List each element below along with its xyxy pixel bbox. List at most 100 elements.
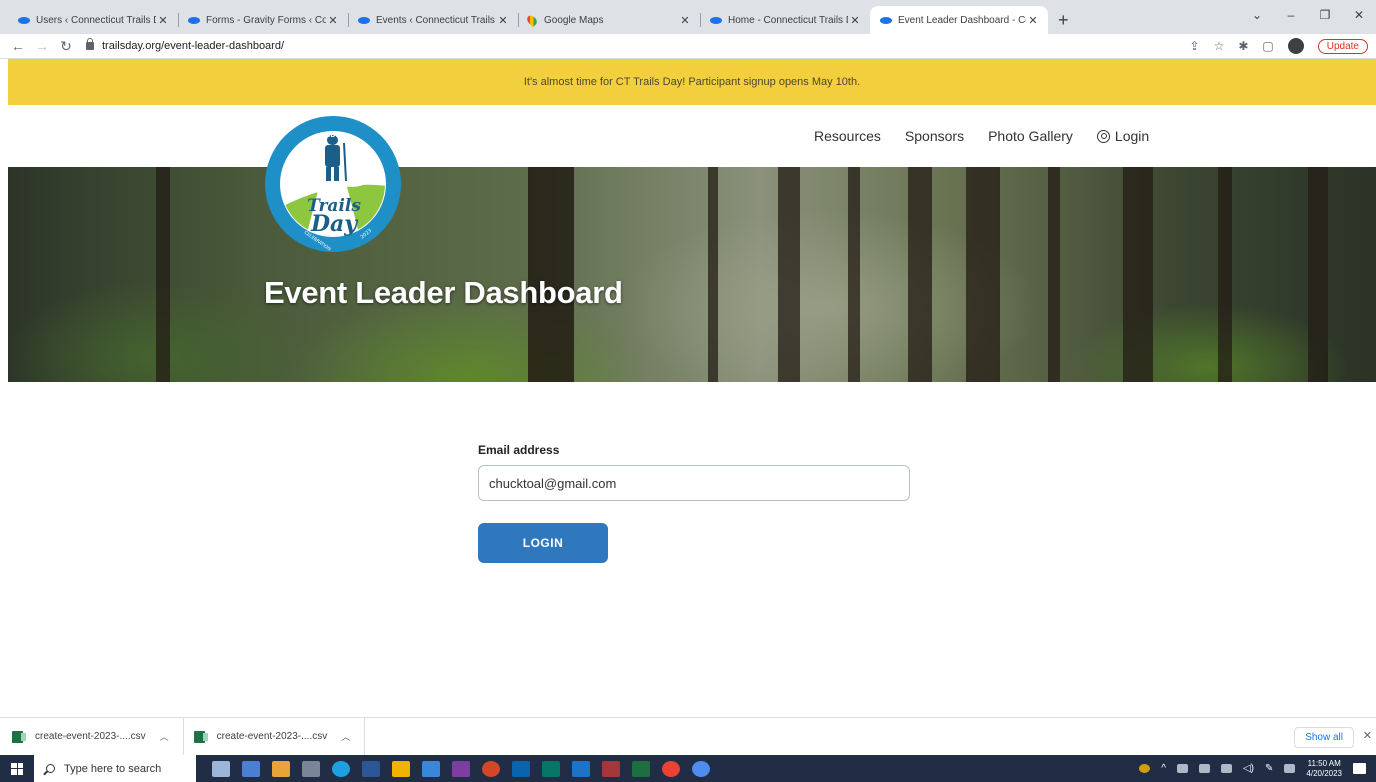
tree-trunk-decoration — [908, 167, 932, 382]
trails-day-logo[interactable]: A CONNECTICUT TRADITION FOR 30 YEARS Tra… — [264, 115, 402, 253]
site-favicon-icon — [188, 16, 200, 24]
browser-tab-events[interactable]: Events ‹ Connecticut Trails Day 2 ✕ — [348, 6, 518, 34]
url-text: trailsday.org/event-leader-dashboard/ — [102, 40, 285, 52]
nav-photo-gallery[interactable]: Photo Gallery — [988, 128, 1073, 144]
access-icon[interactable] — [602, 760, 620, 777]
login-button[interactable]: LOGIN — [478, 523, 608, 563]
internet-explorer-icon[interactable] — [572, 760, 590, 777]
tab-close-icon[interactable]: ✕ — [496, 14, 510, 27]
chrome-icon[interactable] — [662, 760, 680, 777]
announcement-text: It's almost time for CT Trails Day! Part… — [523, 76, 861, 88]
tab-close-icon[interactable]: ✕ — [848, 14, 862, 27]
browser-tab-users[interactable]: Users ‹ Connecticut Trails Day 20 ✕ — [8, 6, 178, 34]
share-icon[interactable]: ⇪ — [1190, 39, 1200, 53]
profile-avatar-icon[interactable] — [1287, 38, 1304, 54]
toolbar-icons: ⇪ ☆ ✱ ▢ Update — [1190, 38, 1368, 54]
close-window-icon[interactable]: ✕ — [1342, 8, 1376, 22]
help-icon[interactable] — [1139, 764, 1151, 773]
onenote-icon[interactable] — [452, 760, 470, 777]
taskbar-search-placeholder: Type here to search — [64, 762, 162, 775]
taskbar-clock[interactable]: 11:50 AM 4/20/2023 — [1306, 759, 1342, 779]
app-icon[interactable] — [692, 760, 710, 777]
powerpoint-icon[interactable] — [482, 760, 500, 777]
forward-icon[interactable]: → — [30, 38, 54, 54]
tree-trunk-decoration — [156, 167, 170, 382]
nav-resources[interactable]: Resources — [814, 128, 881, 144]
clock-time: 11:50 AM — [1307, 758, 1341, 768]
new-tab-button[interactable]: + — [1048, 6, 1079, 34]
tab-close-icon[interactable]: ✕ — [678, 14, 692, 27]
minimize-icon[interactable]: – — [1274, 8, 1308, 22]
site-favicon-icon — [358, 16, 370, 24]
logo-hiker-leg — [326, 167, 331, 181]
chevron-up-icon[interactable]: ︿ — [160, 730, 169, 743]
browser-tab-forms[interactable]: Forms - Gravity Forms ‹ Connecti ✕ — [178, 6, 348, 34]
paint-icon[interactable] — [272, 760, 290, 777]
outlook-icon[interactable] — [512, 760, 530, 777]
tab-title: Home - Connecticut Trails Day 20 — [728, 14, 848, 26]
pen-icon[interactable]: ✎ — [1265, 763, 1273, 774]
tab-close-icon[interactable]: ✕ — [156, 14, 170, 27]
show-all-button[interactable]: Show all — [1294, 727, 1354, 748]
logo-word-day: Day — [310, 211, 359, 237]
nav-login-label: Login — [1114, 128, 1150, 144]
notifications-icon[interactable] — [1353, 763, 1366, 774]
tab-search-icon[interactable]: ⌄ — [1240, 8, 1274, 22]
email-label: Email address — [478, 443, 560, 457]
address-bar[interactable]: trailsday.org/event-leader-dashboard/ — [86, 38, 1190, 52]
task-view-icon[interactable] — [302, 760, 320, 777]
reload-icon[interactable]: ↻ — [54, 38, 78, 55]
file-explorer-icon[interactable] — [242, 760, 260, 777]
back-icon[interactable]: ← — [6, 38, 30, 54]
taskbar-search[interactable]: Type here to search — [34, 755, 196, 782]
lock-icon[interactable] — [86, 38, 94, 50]
download-item[interactable]: create-event-2023-....csv ︿ — [0, 717, 184, 756]
excel-icon[interactable] — [632, 760, 650, 777]
tab-title: Event Leader Dashboard - Conne — [898, 14, 1026, 26]
tab-title: Events ‹ Connecticut Trails Day 2 — [376, 14, 496, 26]
onedrive-icon[interactable] — [1220, 764, 1232, 773]
system-tray: ^ ◁) ✎ 11:50 AM 4/20/2023 — [1139, 755, 1376, 782]
download-filename: create-event-2023-....csv — [216, 731, 328, 742]
browser-tab-google-maps[interactable]: Google Maps ✕ — [518, 6, 700, 34]
browser-tab-event-leader-dashboard[interactable]: Event Leader Dashboard - Conne ✕ — [870, 6, 1048, 34]
tab-title: Google Maps — [544, 14, 604, 26]
restore-icon[interactable]: ❐ — [1308, 8, 1342, 22]
maps-favicon-icon — [525, 13, 539, 27]
word-icon[interactable] — [362, 760, 380, 777]
email-input[interactable] — [478, 465, 910, 501]
update-button[interactable]: Update — [1317, 38, 1368, 54]
cortana-icon[interactable] — [212, 760, 230, 777]
network-icon[interactable] — [1176, 764, 1188, 773]
excel-file-icon — [12, 730, 26, 743]
publisher-icon[interactable] — [542, 760, 560, 777]
photos-icon[interactable] — [422, 760, 440, 777]
battery-icon[interactable] — [1198, 764, 1210, 773]
side-panel-icon[interactable]: ▢ — [1262, 39, 1273, 53]
nav-sponsors[interactable]: Sponsors — [905, 128, 964, 144]
bookmark-star-icon[interactable]: ☆ — [1214, 39, 1225, 53]
volume-icon[interactable]: ◁) — [1243, 763, 1254, 774]
edge-icon[interactable] — [332, 760, 350, 777]
extensions-icon[interactable]: ✱ — [1238, 39, 1248, 53]
tree-trunk-decoration — [966, 167, 1000, 382]
nav-login[interactable]: Login — [1096, 128, 1150, 144]
calendar-icon[interactable] — [392, 760, 410, 777]
tab-title: Users ‹ Connecticut Trails Day 20 — [36, 14, 156, 26]
excel-file-icon — [193, 730, 208, 743]
tab-close-icon[interactable]: ✕ — [1026, 14, 1040, 27]
logo-hiker-leg — [334, 167, 339, 181]
tab-close-icon[interactable]: ✕ — [326, 14, 340, 27]
download-shelf: create-event-2023-....csv ︿ create-event… — [0, 717, 1376, 756]
browser-tab-home[interactable]: Home - Connecticut Trails Day 20 ✕ — [700, 6, 870, 34]
tree-trunk-decoration — [778, 167, 800, 382]
browser-tab-strip: Users ‹ Connecticut Trails Day 20 ✕ Form… — [0, 0, 1376, 34]
start-button[interactable] — [0, 755, 34, 782]
tree-trunk-decoration — [1218, 167, 1232, 382]
download-item[interactable]: create-event-2023-....csv ︿ — [184, 717, 366, 756]
chevron-up-icon[interactable]: ︿ — [341, 730, 350, 743]
language-icon[interactable] — [1284, 764, 1296, 773]
chevron-up-icon[interactable]: ^ — [1161, 763, 1166, 774]
close-icon[interactable]: ✕ — [1363, 729, 1372, 742]
tree-trunk-decoration — [708, 167, 718, 382]
